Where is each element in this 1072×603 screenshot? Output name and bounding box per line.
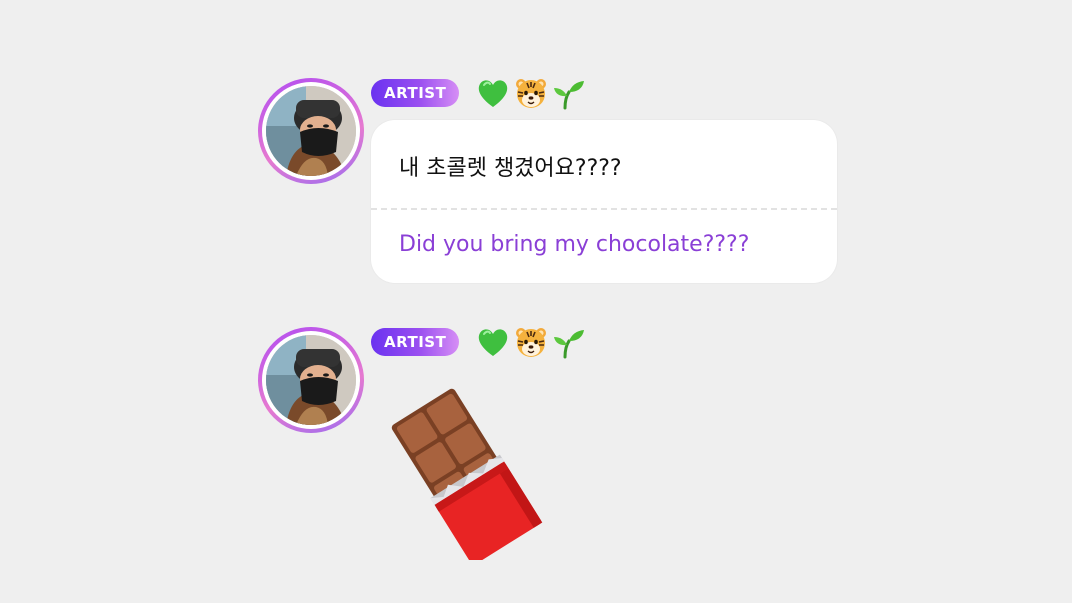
original-text: 내 초콜렛 챙겼어요????	[399, 156, 622, 181]
seedling-icon	[551, 325, 587, 359]
translation-text: Did you bring my chocolate????	[399, 232, 750, 257]
artist-avatar[interactable]	[258, 78, 364, 184]
tiger-face-icon	[513, 325, 549, 359]
message-bubble[interactable]: 내 초콜렛 챙겼어요???? Did you bring my chocolat…	[371, 120, 837, 283]
message-meta: ARTIST	[371, 76, 587, 110]
seedling-icon	[551, 76, 587, 110]
avatar-photo	[266, 86, 356, 176]
tiger-face-icon	[513, 76, 549, 110]
message-meta: ARTIST	[371, 325, 587, 359]
emoji-decorations	[475, 76, 587, 110]
chocolate-bar-icon[interactable]	[378, 385, 548, 560]
artist-badge: ARTIST	[371, 328, 460, 356]
green-heart-icon	[475, 325, 511, 359]
avatar-photo	[266, 335, 356, 425]
emoji-decorations	[475, 325, 587, 359]
artist-avatar[interactable]	[258, 327, 364, 433]
green-heart-icon	[475, 76, 511, 110]
artist-badge: ARTIST	[371, 79, 460, 107]
